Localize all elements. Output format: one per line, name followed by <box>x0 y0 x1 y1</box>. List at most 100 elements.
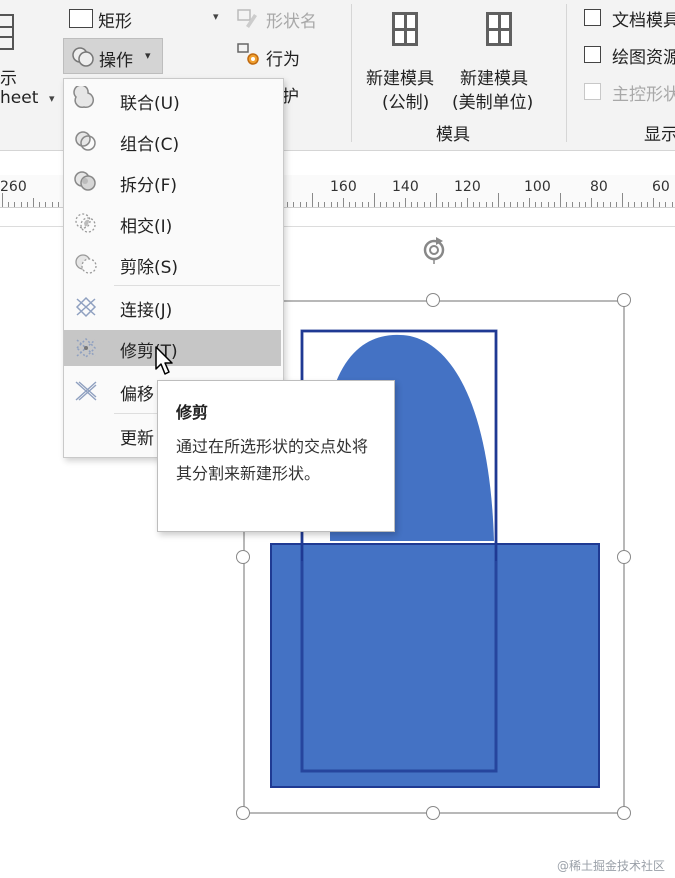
behavior-button[interactable]: 行为 <box>236 42 346 70</box>
ruler-tick <box>585 202 586 207</box>
ruler-tick <box>39 202 40 207</box>
ruler-tick <box>405 198 406 207</box>
menu-item-union[interactable]: 联合(U) <box>64 82 281 118</box>
ruler-tick <box>355 202 356 207</box>
ruler-tick <box>21 202 22 207</box>
ruler-tick <box>622 193 623 207</box>
combine-icon <box>75 131 96 151</box>
ruler-tick <box>504 202 505 207</box>
ruler-tick <box>672 202 673 207</box>
ruler-tick <box>27 202 28 207</box>
master-shape-label: 主控形状 <box>612 85 675 105</box>
doc-template-checkbox-row[interactable]: 文档模具 <box>584 6 675 31</box>
ruler-tick <box>591 198 592 207</box>
ruler-tick <box>417 202 418 207</box>
ruler-tick <box>529 198 530 207</box>
union-icon <box>73 86 94 109</box>
master-shape-checkbox[interactable] <box>584 83 601 100</box>
ruler-tick <box>411 202 412 207</box>
rect-dropdown-caret[interactable]: ▾ <box>213 10 219 23</box>
ruler-tick <box>312 193 313 207</box>
rect-button[interactable]: 矩形 <box>66 6 146 32</box>
drawing-resource-checkbox[interactable] <box>584 46 601 63</box>
ruler-tick <box>448 202 449 207</box>
watermark: @稀土掘金技术社区 <box>556 859 665 873</box>
menu-item-label: 组合(C) <box>120 135 180 155</box>
resize-handle-bottom-left[interactable] <box>236 806 250 820</box>
ruler-tick <box>58 202 59 207</box>
new-template-metric-button[interactable]: 新建模具 (公制) <box>362 6 448 113</box>
drawing-resource-label: 绘图资源 <box>612 48 675 68</box>
ruler-tick <box>318 202 319 207</box>
behavior-gear-icon <box>237 43 259 65</box>
show-group-label: 显示 <box>644 125 675 145</box>
operation-label: 操作 <box>99 51 133 71</box>
ruler-tick <box>597 202 598 207</box>
ruler-label: 120 <box>454 179 481 195</box>
ruler-tick <box>572 202 573 207</box>
ruler-tick <box>579 202 580 207</box>
resize-handle-top-right[interactable] <box>617 293 631 307</box>
resize-handle-left[interactable] <box>236 550 250 564</box>
menu-item-join[interactable]: 连接(J) <box>64 289 281 325</box>
ruler-tick <box>331 202 332 207</box>
shape-name-button[interactable]: 形状名 <box>236 6 356 32</box>
ruler-tick <box>554 202 555 207</box>
drawing-resource-checkbox-row[interactable]: 绘图资源 <box>584 43 675 68</box>
ruler-tick <box>52 202 53 207</box>
ruler-tick <box>293 202 294 207</box>
ruler-tick <box>399 202 400 207</box>
menu-item-fragment[interactable]: 拆分(F) <box>64 164 281 200</box>
doc-template-checkbox[interactable] <box>584 9 601 26</box>
menu-item-combine[interactable]: 组合(C) <box>64 123 281 159</box>
ruler-tick <box>337 202 338 207</box>
partial-label-sheet[interactable]: heet <box>0 88 38 108</box>
template-grid-icon <box>486 12 512 46</box>
ruler-label: 140 <box>392 179 419 195</box>
ruler-tick <box>436 193 437 207</box>
master-shape-checkbox-row[interactable]: 主控形状 <box>584 80 675 105</box>
new-template-us-button[interactable]: 新建模具 (美制单位) <box>452 6 552 113</box>
new-template-us-line1: 新建模具 <box>460 69 528 89</box>
rect-label: 矩形 <box>98 12 132 32</box>
ruler-tick <box>349 202 350 207</box>
ruler-tick <box>45 202 46 207</box>
menu-separator <box>114 285 280 286</box>
mouse-cursor-icon <box>155 346 173 375</box>
ruler-tick <box>616 202 617 207</box>
resize-handle-bottom-right[interactable] <box>617 806 631 820</box>
protect-label[interactable]: 护 <box>282 82 299 107</box>
ruler-label: 160 <box>330 179 357 195</box>
ruler-tick <box>535 202 536 207</box>
ruler-tick <box>362 202 363 207</box>
operation-button[interactable]: 操作 ▾ <box>63 38 163 74</box>
menu-item-label: 偏移 <box>120 385 154 405</box>
rotate-handle-icon[interactable] <box>418 233 450 265</box>
ruler-tick <box>14 202 15 207</box>
ruler-tick <box>380 202 381 207</box>
menu-item-subtract[interactable]: 剪除(S) <box>64 246 281 282</box>
tooltip-description: 通过在所选形状的交点处将其分割来新建形状。 <box>176 437 369 483</box>
sheet-dropdown-caret[interactable]: ▾ <box>49 92 55 105</box>
tooltip-title: 修剪 <box>176 403 209 422</box>
template-group-label: 模具 <box>436 125 470 145</box>
menu-item-intersect[interactable]: 相交(I) <box>64 205 281 241</box>
ruler-tick <box>548 202 549 207</box>
ruler-tick <box>33 198 34 207</box>
resize-handle-bottom[interactable] <box>426 806 440 820</box>
rectangle-shape <box>270 543 600 788</box>
join-icon <box>75 296 97 318</box>
ruler-tick <box>628 202 629 207</box>
ruler-tick <box>659 202 660 207</box>
ruler-tick <box>510 202 511 207</box>
ruler-tick <box>641 202 642 207</box>
resize-handle-top[interactable] <box>426 293 440 307</box>
resize-handle-right[interactable] <box>617 550 631 564</box>
trim-icon <box>75 337 97 359</box>
fragment-icon <box>74 171 96 191</box>
ruler-tick <box>498 193 499 207</box>
ruler-tick <box>442 202 443 207</box>
ruler-tick <box>560 193 561 207</box>
ruler-tick <box>461 202 462 207</box>
ruler-tick <box>8 202 9 207</box>
